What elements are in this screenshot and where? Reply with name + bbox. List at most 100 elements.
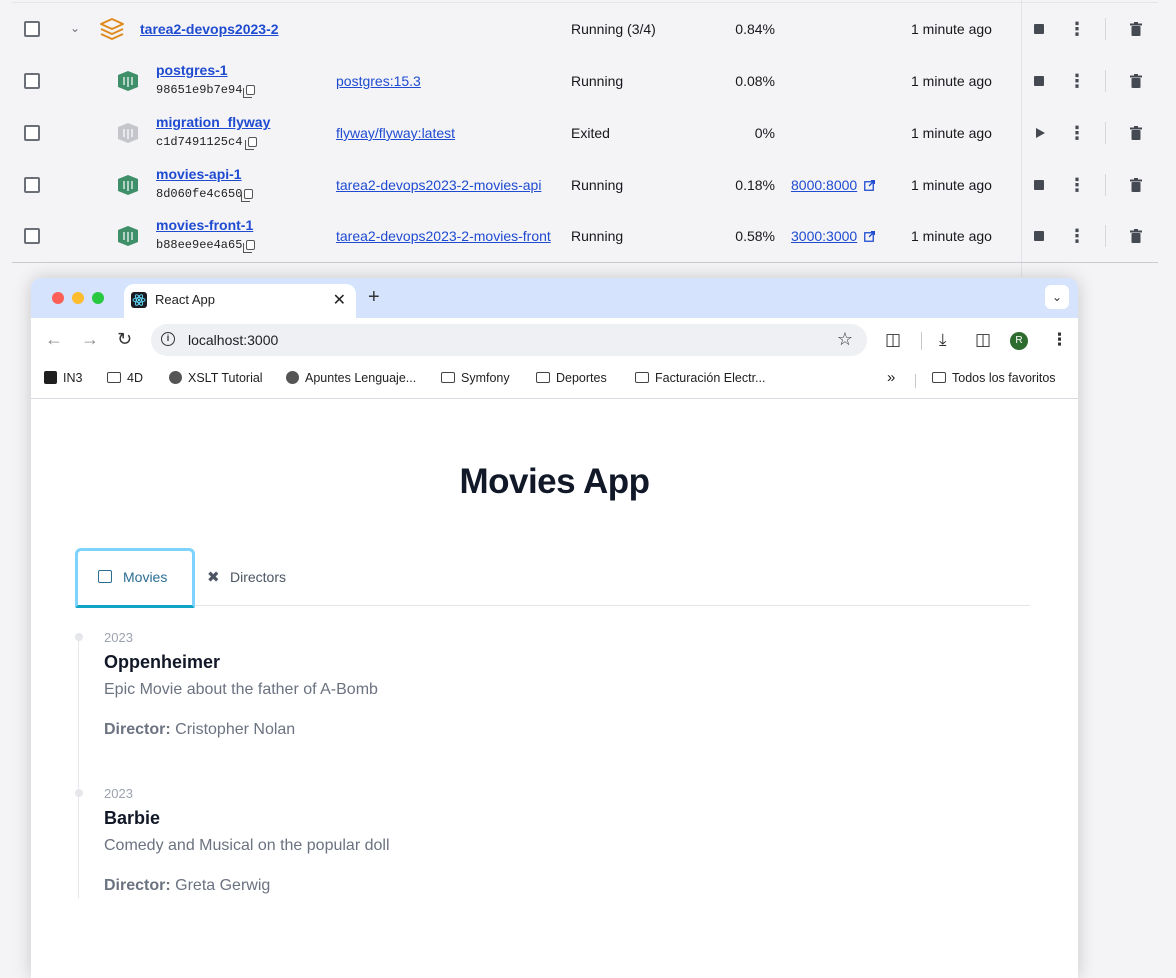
tab-directors[interactable]: ✖ Directors	[203, 548, 323, 604]
container-name-link[interactable]: migration_flyway	[156, 114, 270, 130]
download-icon[interactable]: ⤓	[939, 330, 947, 350]
bookmark-label: Symfony	[461, 371, 510, 385]
tab-label: Directors	[230, 569, 287, 585]
extensions-icon[interactable]: ◫	[885, 330, 901, 350]
play-icon[interactable]	[1036, 128, 1045, 138]
chevron-down-icon[interactable]: ⌄	[70, 21, 80, 35]
image-link[interactable]: tarea2-devops2023-2-movies-api	[336, 177, 541, 193]
row-checkbox[interactable]	[24, 228, 40, 244]
folder-icon	[932, 372, 946, 383]
more-icon[interactable]: ⋮	[1068, 227, 1086, 245]
movie-description: Comedy and Musical on the popular doll	[104, 837, 390, 854]
movie-title: Oppenheimer	[104, 652, 221, 672]
url-text[interactable]: localhost:3000	[188, 332, 278, 348]
container-icon	[118, 123, 138, 143]
more-icon[interactable]: ⋮	[1068, 72, 1086, 90]
container-row-postgres[interactable]: postgres-1 98651e9b7e94 postgres:15.3 Ru…	[0, 55, 1176, 107]
divider	[1105, 18, 1106, 40]
director-name: Cristopher Nolan	[175, 721, 296, 738]
all-bookmarks-folder[interactable]: Todos los favoritos	[932, 371, 1056, 385]
container-name-link[interactable]: postgres-1	[156, 62, 228, 78]
bookmark-folder[interactable]: Symfony	[441, 371, 510, 385]
container-last-started: 1 minute ago	[911, 177, 992, 193]
trash-icon[interactable]	[1130, 22, 1142, 36]
bookmark-folder[interactable]: Facturación Electr...	[635, 371, 765, 385]
chevron-right-icon[interactable]: »	[887, 369, 895, 386]
bookmark-item[interactable]: IN3	[44, 371, 82, 385]
container-icon	[118, 71, 138, 91]
row-checkbox[interactable]	[24, 125, 40, 141]
stack-row[interactable]: ⌄ tarea2-devops2023-2 Running (3/4) 0.84…	[0, 3, 1176, 55]
stop-icon[interactable]	[1034, 24, 1044, 34]
image-link[interactable]: flyway/flyway:latest	[336, 125, 455, 141]
director-label: Director:	[104, 877, 171, 894]
trash-icon[interactable]	[1130, 74, 1142, 88]
tab-movies[interactable]: Movies	[75, 548, 195, 608]
bookmark-folder[interactable]: Deportes	[536, 371, 607, 385]
minimize-window-button[interactable]	[72, 292, 84, 304]
back-icon[interactable]: ←	[45, 329, 63, 350]
info-icon[interactable]: i	[161, 332, 175, 346]
movie-title: Barbie	[104, 808, 161, 828]
external-link-icon[interactable]	[864, 231, 875, 242]
bookmark-item[interactable]: Apuntes Lenguaje...	[286, 371, 416, 385]
timeline-dot	[75, 789, 83, 797]
stop-icon[interactable]	[1034, 180, 1044, 190]
menu-icon[interactable]: ⋮	[1051, 330, 1068, 350]
image-link[interactable]: tarea2-devops2023-2-movies-front	[336, 228, 551, 244]
sidebar-icon[interactable]: ◫	[975, 330, 991, 350]
folder-icon	[635, 372, 649, 383]
divider	[915, 374, 916, 388]
avatar[interactable]: R	[1010, 332, 1028, 350]
globe-icon	[286, 371, 299, 384]
star-icon[interactable]: ☆	[837, 329, 853, 350]
container-name-link[interactable]: movies-api-1	[156, 166, 242, 182]
page-title: Movies App	[459, 462, 650, 501]
more-icon[interactable]: ⋮	[1068, 20, 1086, 38]
stack-cpu: 0.84%	[735, 21, 775, 37]
external-link-icon[interactable]	[864, 180, 875, 191]
more-icon[interactable]: ⋮	[1068, 124, 1086, 142]
browser-tab[interactable]: React App ✕	[124, 284, 356, 318]
bookmark-item[interactable]: XSLT Tutorial	[169, 371, 263, 385]
row-checkbox[interactable]	[24, 73, 40, 89]
close-window-button[interactable]	[52, 292, 64, 304]
image-link[interactable]: postgres:15.3	[336, 73, 421, 89]
stack-last-started: 1 minute ago	[911, 21, 992, 37]
copy-icon[interactable]	[243, 240, 255, 253]
new-tab-icon[interactable]: +	[368, 286, 380, 309]
container-row-movies-front[interactable]: movies-front-1 b88ee9ee4a65 tarea2-devop…	[0, 210, 1176, 262]
row-checkbox[interactable]	[24, 177, 40, 193]
docker-container-table: ⌄ tarea2-devops2023-2 Running (3/4) 0.84…	[0, 0, 1176, 277]
address-bar[interactable]: i localhost:3000 ☆	[151, 324, 867, 356]
trash-icon[interactable]	[1130, 178, 1142, 192]
container-row-movies-api[interactable]: movies-api-1 8d060fe4c650 tarea2-devops2…	[0, 159, 1176, 211]
trash-icon[interactable]	[1130, 229, 1142, 243]
copy-icon[interactable]	[245, 137, 257, 150]
maximize-window-button[interactable]	[92, 292, 104, 304]
container-id: c1d7491125c4	[156, 135, 243, 149]
container-last-started: 1 minute ago	[911, 73, 992, 89]
copy-icon[interactable]	[243, 85, 255, 98]
movie-year: 2023	[104, 630, 133, 645]
container-icon	[118, 226, 138, 246]
copy-icon[interactable]	[241, 189, 253, 202]
reload-icon[interactable]: ↻	[117, 329, 132, 350]
director-name: Greta Gerwig	[175, 877, 271, 894]
close-tab-icon[interactable]: ✕	[333, 290, 346, 310]
trash-icon[interactable]	[1130, 126, 1142, 140]
container-row-migration[interactable]: migration_flyway c1d7491125c4 flyway/fly…	[0, 107, 1176, 159]
divider	[921, 332, 922, 350]
stop-icon[interactable]	[1034, 76, 1044, 86]
row-checkbox[interactable]	[24, 21, 40, 37]
forward-icon[interactable]: →	[81, 329, 99, 350]
bookmark-favicon	[44, 371, 57, 384]
container-name-link[interactable]: movies-front-1	[156, 217, 253, 233]
stack-name-link[interactable]: tarea2-devops2023-2	[140, 21, 279, 37]
bookmark-folder[interactable]: 4D	[107, 371, 143, 385]
tab-search-icon[interactable]: ⌄	[1045, 285, 1069, 309]
port-link[interactable]: 3000:3000	[791, 228, 857, 244]
stop-icon[interactable]	[1034, 231, 1044, 241]
port-link[interactable]: 8000:8000	[791, 177, 857, 193]
more-icon[interactable]: ⋮	[1068, 176, 1086, 194]
